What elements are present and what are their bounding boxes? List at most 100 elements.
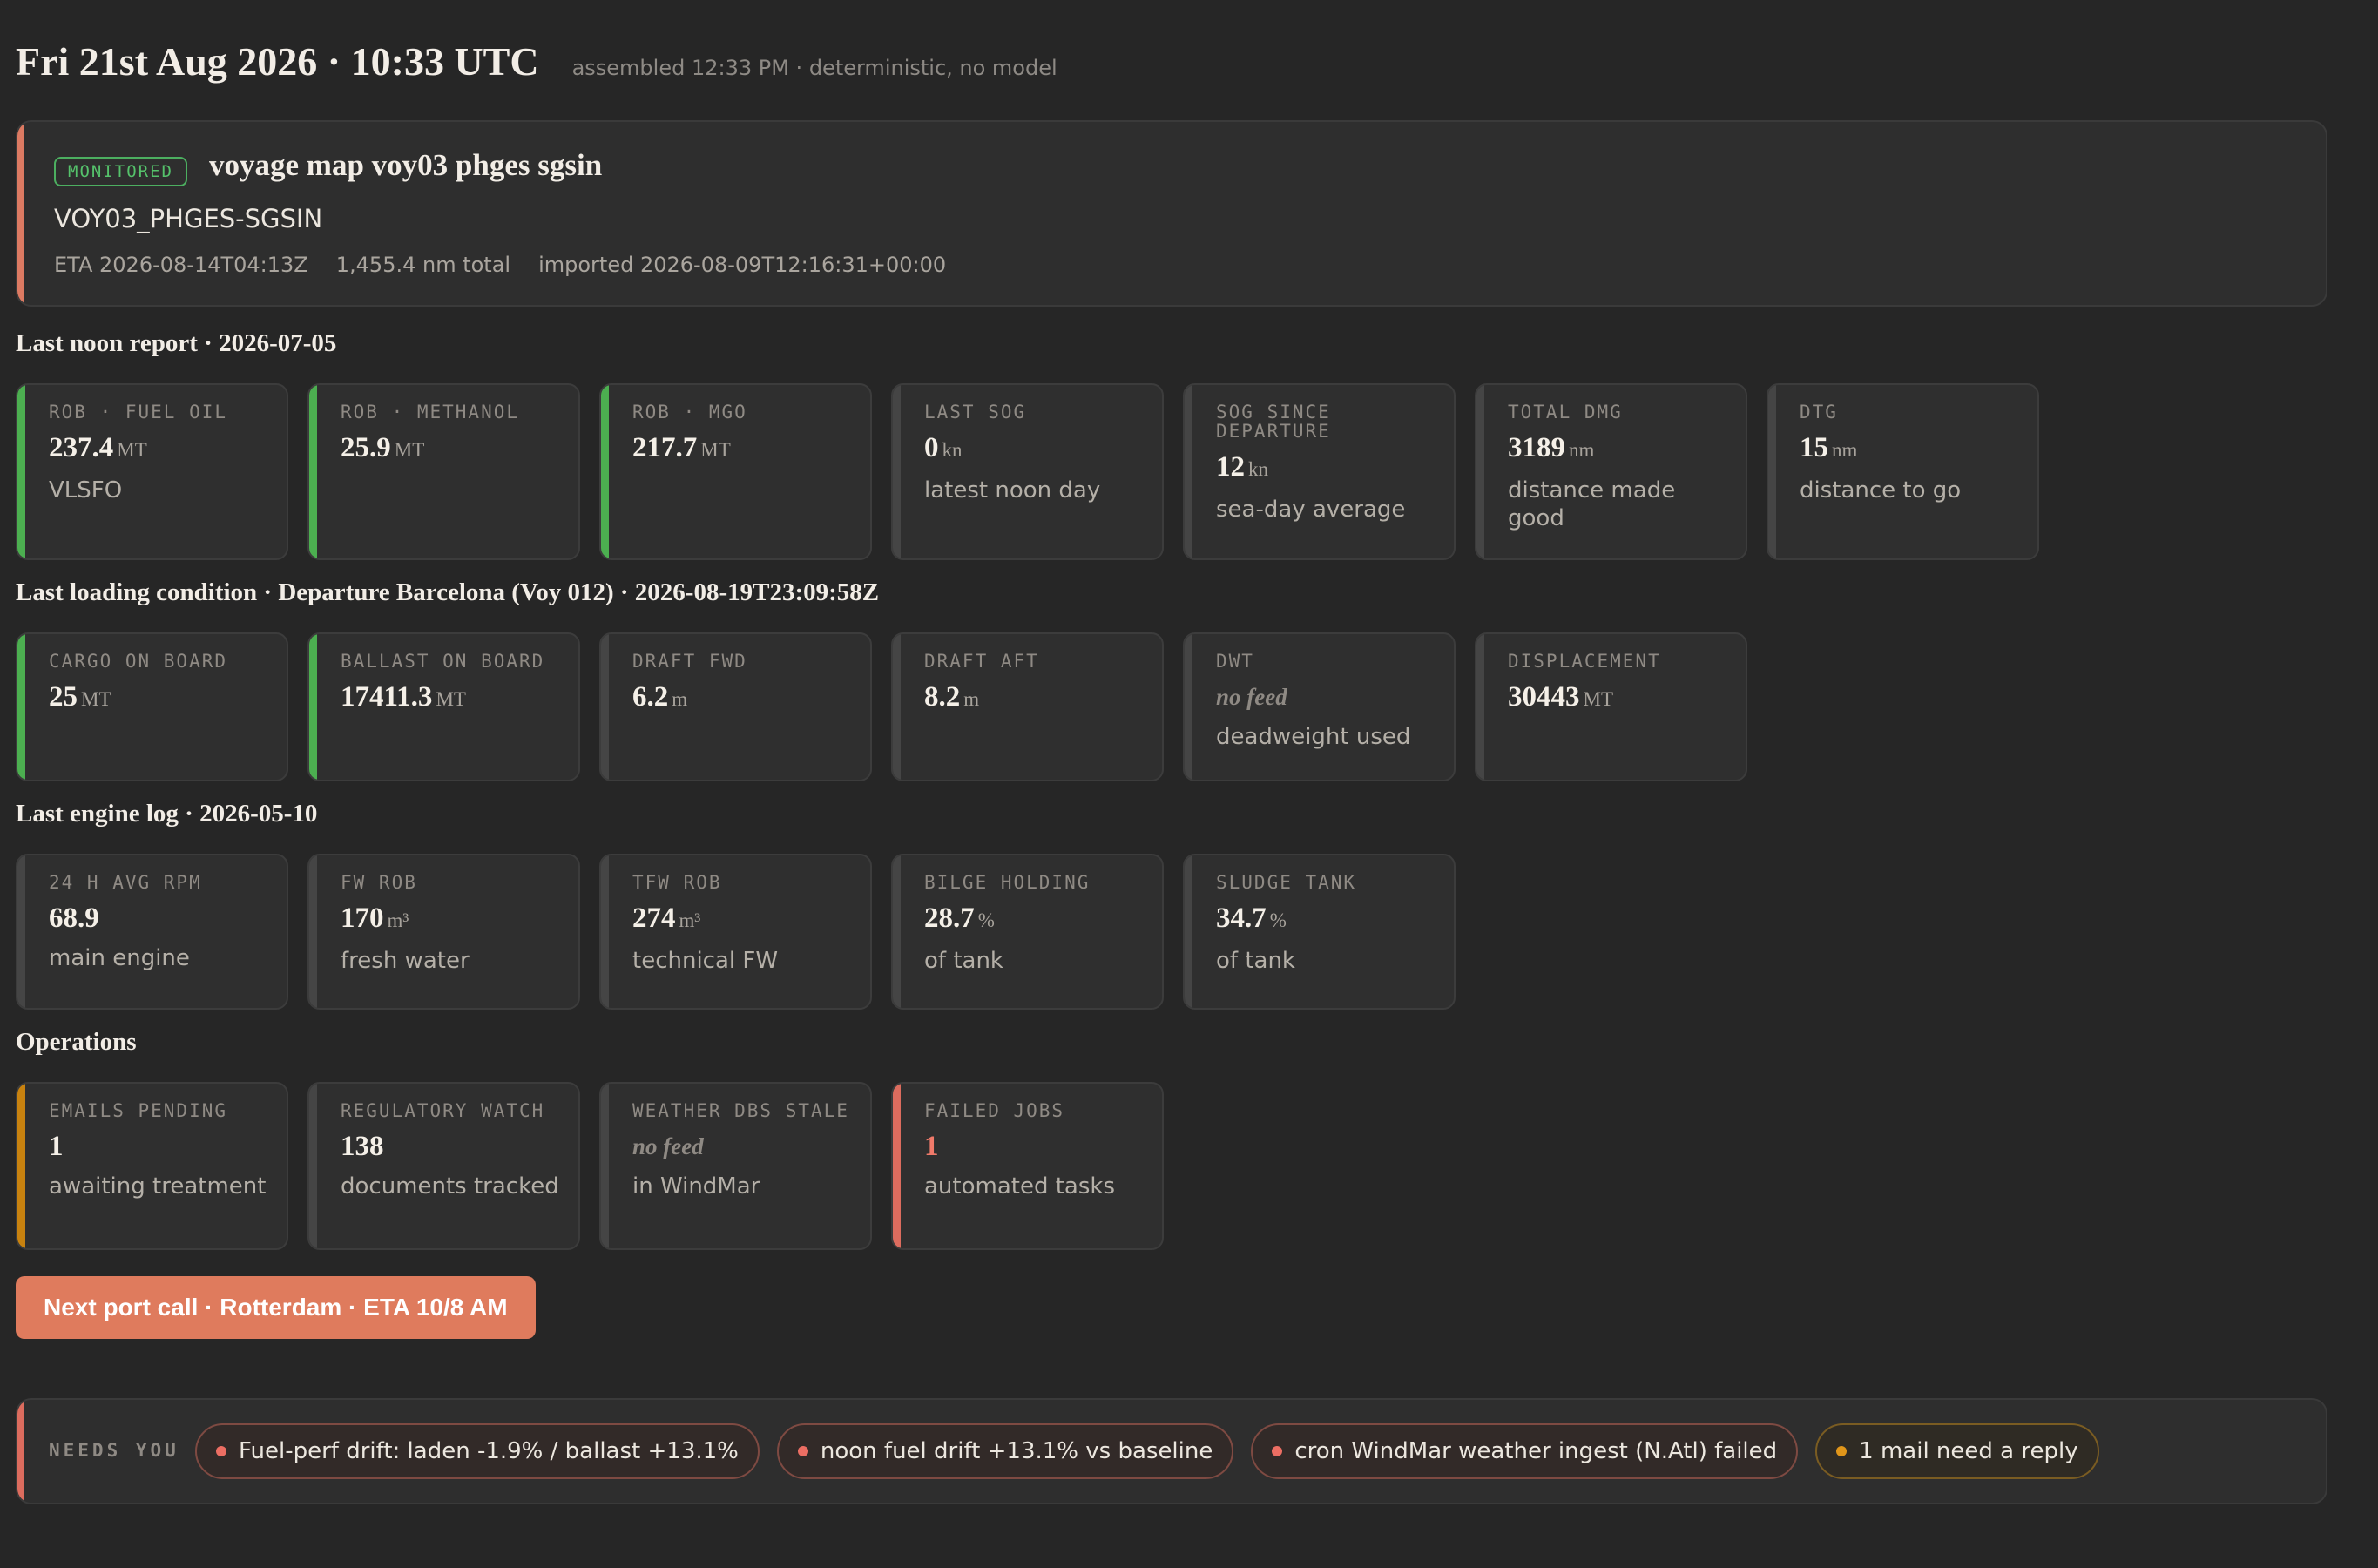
status-accent [601, 385, 609, 558]
stat-unit: % [1269, 909, 1287, 931]
stat-number: 17411.3 [341, 681, 433, 713]
stat-unit: MT [700, 439, 731, 461]
stat-caption: deadweight used [1216, 724, 1411, 750]
stat-card-fw-rob[interactable]: FW ROB 170 m³ fresh water [307, 854, 580, 1010]
voyage-imported: imported 2026-08-09T12:16:31+00:00 [538, 253, 947, 277]
status-accent [893, 385, 901, 558]
stat-caption: sea-day average [1216, 497, 1406, 523]
stat-card-failed-jobs[interactable]: FAILED JOBS 1 automated tasks [891, 1082, 1164, 1250]
stat-card-emails-pending[interactable]: EMAILS PENDING 1 awaiting treatment [16, 1082, 288, 1250]
stat-caption: distance made good [1508, 477, 1676, 531]
stat-number: 25 [49, 681, 78, 713]
voyage-accent-stripe [17, 122, 24, 305]
stat-unit: MT [81, 688, 111, 710]
alert-chip-noon-fuel-drift[interactable]: noon fuel drift +13.1% vs baseline [776, 1423, 1234, 1479]
voyage-eta: ETA 2026-08-14T04:13Z [54, 253, 308, 277]
stat-card-cargo-on-board[interactable]: CARGO ON BOARD 25 MT [16, 632, 288, 781]
stat-value: 15 nm [1800, 430, 2022, 468]
next-port-call-button[interactable]: Next port call · Rotterdam · ETA 10/8 AM [16, 1276, 536, 1339]
stat-caption: awaiting treatment [49, 1173, 267, 1200]
stat-number: 1 [49, 1131, 64, 1162]
stat-unit: nm [1832, 439, 1858, 461]
stat-card-dtg[interactable]: DTG 15 nm distance to go [1767, 383, 2039, 560]
noon-report-cards: ROB · FUEL OIL 237.4 MT VLSFO ROB · METHA… [16, 383, 2039, 560]
status-accent [309, 385, 317, 558]
stat-label: SOG SINCE DEPARTURE [1216, 402, 1331, 442]
voyage-meta: ETA 2026-08-14T04:13Z 1,455.4 nm total i… [54, 253, 946, 277]
stat-value-no-feed: no feed [1216, 684, 1287, 710]
stat-label: DRAFT AFT [924, 651, 1039, 672]
voyage-card[interactable]: MONITORED voyage map voy03 phges sgsin V… [16, 120, 2327, 307]
stat-unit: m [963, 688, 980, 710]
chip-text: noon fuel drift +13.1% vs baseline [820, 1438, 1213, 1464]
stat-value: 12 kn [1216, 449, 1438, 487]
status-dot-icon [216, 1446, 226, 1456]
stat-card-total-dmg[interactable]: TOTAL DMG 3189 nm distance made good [1475, 383, 1747, 560]
stat-card-tfw-rob[interactable]: TFW ROB 274 m³ technical FW [599, 854, 872, 1010]
stat-card-draft-aft[interactable]: DRAFT AFT 8.2 m [891, 632, 1164, 781]
stat-card-last-sog[interactable]: LAST SOG 0 kn latest noon day [891, 383, 1164, 560]
stat-label: EMAILS PENDING [49, 1100, 228, 1121]
status-accent [309, 634, 317, 780]
stat-card-rob-mgo[interactable]: ROB · MGO 217.7 MT [599, 383, 872, 560]
chip-text: 1 mail need a reply [1859, 1438, 2078, 1464]
stat-value: 217.7 MT [632, 430, 855, 468]
stat-value-no-feed: no feed [632, 1133, 704, 1159]
stat-card-ballast-on-board[interactable]: BALLAST ON BOARD 17411.3 MT [307, 632, 580, 781]
needs-you-label: NEEDS YOU [49, 1440, 179, 1461]
stat-number: 138 [341, 1131, 384, 1162]
stat-label: REGULATORY WATCH [341, 1100, 545, 1121]
status-accent [1768, 385, 1776, 558]
stat-value: 34.7% [1216, 901, 1438, 938]
stat-value: 25 MT [49, 679, 271, 717]
stat-unit: MT [394, 439, 425, 461]
stat-number: 34.7 [1216, 902, 1267, 934]
stat-caption: latest noon day [924, 477, 1101, 504]
stat-card-rob-methanol[interactable]: ROB · METHANOL 25.9 MT [307, 383, 580, 560]
stat-card-dwt[interactable]: DWT no feed deadweight used [1183, 632, 1456, 781]
monitored-badge: MONITORED [54, 157, 187, 186]
engine-log-title: Last engine log · 2026-05-10 [16, 800, 318, 828]
stat-caption: fresh water [341, 948, 470, 974]
stat-number: 8.2 [924, 681, 961, 713]
status-dot-icon [1272, 1446, 1283, 1456]
stat-label: WEATHER DBS STALE [632, 1100, 849, 1121]
stat-value: 28.7% [924, 901, 1146, 938]
stat-card-rob-fuel-oil[interactable]: ROB · FUEL OIL 237.4 MT VLSFO [16, 383, 288, 560]
stat-label: SLUDGE TANK [1216, 872, 1357, 893]
status-accent [1185, 634, 1192, 780]
needs-you-panel: NEEDS YOU Fuel-perf drift: laden -1.9% /… [16, 1398, 2327, 1504]
stat-number: 68.9 [49, 902, 99, 934]
stat-card-draft-fwd[interactable]: DRAFT FWD 6.2 m [599, 632, 872, 781]
loading-condition-cards: CARGO ON BOARD 25 MT BALLAST ON BOARD 174… [16, 632, 1747, 781]
stat-label: DWT [1216, 651, 1254, 672]
stat-label: DRAFT FWD [632, 651, 747, 672]
stat-value: 0 kn [924, 430, 1146, 468]
stat-value: 237.4 MT [49, 430, 271, 468]
stat-card-sog-since-departure[interactable]: SOG SINCE DEPARTURE 12 kn sea-day average [1183, 383, 1456, 560]
alert-chip-mail-reply[interactable]: 1 mail need a reply [1815, 1423, 2099, 1479]
status-accent [17, 855, 25, 1008]
status-accent [1476, 634, 1484, 780]
stat-value: 8.2 m [924, 679, 1146, 717]
stat-label: LAST SOG [924, 402, 1027, 422]
status-accent [17, 385, 25, 558]
stat-value: 68.9 [49, 901, 271, 936]
status-accent [1185, 385, 1192, 558]
alert-chip-fuel-perf-drift[interactable]: Fuel-perf drift: laden -1.9% / ballast +… [195, 1423, 760, 1479]
stat-number: 170 [341, 902, 384, 934]
stat-unit: kn [942, 439, 963, 461]
stat-card-sludge-tank[interactable]: SLUDGE TANK 34.7% of tank [1183, 854, 1456, 1010]
alert-chip-cron-failed[interactable]: cron WindMar weather ingest (N.Atl) fail… [1251, 1423, 1799, 1479]
stat-card-weather-dbs-stale[interactable]: WEATHER DBS STALE no feed in WindMar [599, 1082, 872, 1250]
stat-number: 15 [1800, 432, 1828, 463]
stat-label: FW ROB [341, 872, 417, 893]
stat-label: BILGE HOLDING [924, 872, 1091, 893]
stat-card-bilge-holding[interactable]: BILGE HOLDING 28.7% of tank [891, 854, 1164, 1010]
stat-number: 6.2 [632, 681, 669, 713]
stat-card-avg-rpm[interactable]: 24 H AVG RPM 68.9 main engine [16, 854, 288, 1010]
stat-value: 1 [924, 1129, 1146, 1164]
stat-card-regulatory-watch[interactable]: REGULATORY WATCH 138 documents tracked [307, 1082, 580, 1250]
stat-caption: VLSFO [49, 477, 123, 504]
stat-card-displacement[interactable]: DISPLACEMENT 30443 MT [1475, 632, 1747, 781]
